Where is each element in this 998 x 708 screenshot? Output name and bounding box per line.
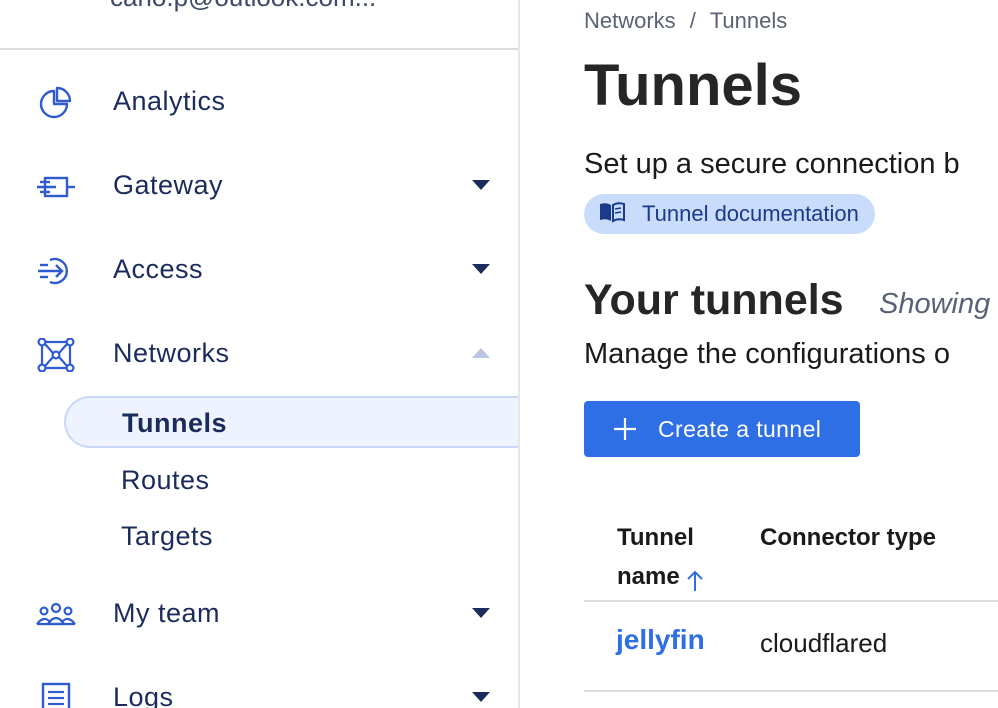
tunnel-name-link[interactable]: jellyfin	[616, 624, 705, 656]
sidebar-item-logs[interactable]: Logs	[0, 668, 518, 708]
section-title: Your tunnels	[584, 276, 844, 324]
chevron-down-icon[interactable]	[470, 178, 492, 192]
sidebar-item-label: Logs	[113, 682, 174, 708]
column-header-tunnel-name[interactable]: Tunnel name	[617, 518, 737, 596]
section-description: Manage the configurations o	[584, 338, 950, 370]
sidebar-subitem-label: Tunnels	[122, 408, 228, 438]
main-content: Networks / Tunnels Tunnels Set up a secure…	[520, 0, 998, 708]
page-title: Tunnels	[584, 53, 803, 118]
sidebar-item-label: Analytics	[113, 86, 226, 116]
chevron-down-icon[interactable]	[470, 690, 492, 704]
sidebar-subitem-tunnels[interactable]: Tunnels	[64, 396, 518, 448]
sidebar-item-label: My team	[113, 598, 221, 628]
doc-link-label: Tunnel documentation	[642, 201, 859, 226]
connector-type-cell: cloudflared	[760, 628, 888, 658]
sidebar-item-label: Access	[113, 254, 204, 284]
sidebar-item-label: Networks	[113, 338, 230, 368]
sidebar-subitem-routes[interactable]: Routes	[64, 454, 518, 506]
sidebar-item-networks[interactable]: Networks	[0, 324, 518, 384]
breadcrumb-link-networks[interactable]: Networks	[584, 8, 676, 33]
plus-icon	[612, 416, 638, 442]
sort-ascending-icon[interactable]	[686, 566, 704, 591]
column-header-connector-type[interactable]: Connector type	[760, 518, 936, 557]
network-icon	[36, 337, 76, 373]
account-name: carlo.p@outlook.com...	[110, 0, 376, 13]
breadcrumb: Networks / Tunnels	[584, 8, 787, 34]
sidebar-subitem-label: Routes	[121, 465, 210, 495]
pie-chart-icon	[36, 86, 76, 120]
sidebar-item-label: Gateway	[113, 170, 224, 200]
chevron-up-icon[interactable]	[470, 346, 492, 360]
chevron-down-icon[interactable]	[470, 606, 492, 620]
column-header-label: Tunnel name	[617, 524, 694, 590]
book-icon	[598, 201, 626, 228]
create-tunnel-label: Create a tunnel	[658, 415, 822, 442]
table-divider	[584, 600, 998, 602]
sidebar-item-my-team[interactable]: My team	[0, 584, 518, 644]
breadcrumb-separator: /	[689, 8, 696, 33]
sidebar-item-gateway[interactable]: Gateway	[0, 156, 518, 216]
sidebar: carlo.p@outlook.com... Analytics Gateway	[0, 0, 520, 708]
table-divider	[584, 690, 998, 692]
tunnel-documentation-link[interactable]: Tunnel documentation	[584, 194, 875, 234]
gateway-icon	[36, 170, 76, 204]
access-icon	[36, 254, 76, 288]
sidebar-item-access[interactable]: Access	[0, 240, 518, 300]
account-switcher[interactable]: carlo.p@outlook.com...	[0, 0, 518, 50]
section-subtitle: Showing	[879, 288, 991, 320]
logs-icon	[36, 682, 76, 708]
sidebar-item-analytics[interactable]: Analytics	[0, 72, 518, 132]
sidebar-subitem-label: Targets	[121, 521, 214, 551]
create-tunnel-button[interactable]: Create a tunnel	[584, 401, 860, 457]
chevron-down-icon[interactable]	[470, 262, 492, 276]
page-description: Set up a secure connection b	[584, 148, 960, 180]
team-icon	[36, 598, 76, 632]
breadcrumb-current: Tunnels	[709, 8, 788, 33]
sidebar-subitem-targets[interactable]: Targets	[64, 510, 518, 562]
